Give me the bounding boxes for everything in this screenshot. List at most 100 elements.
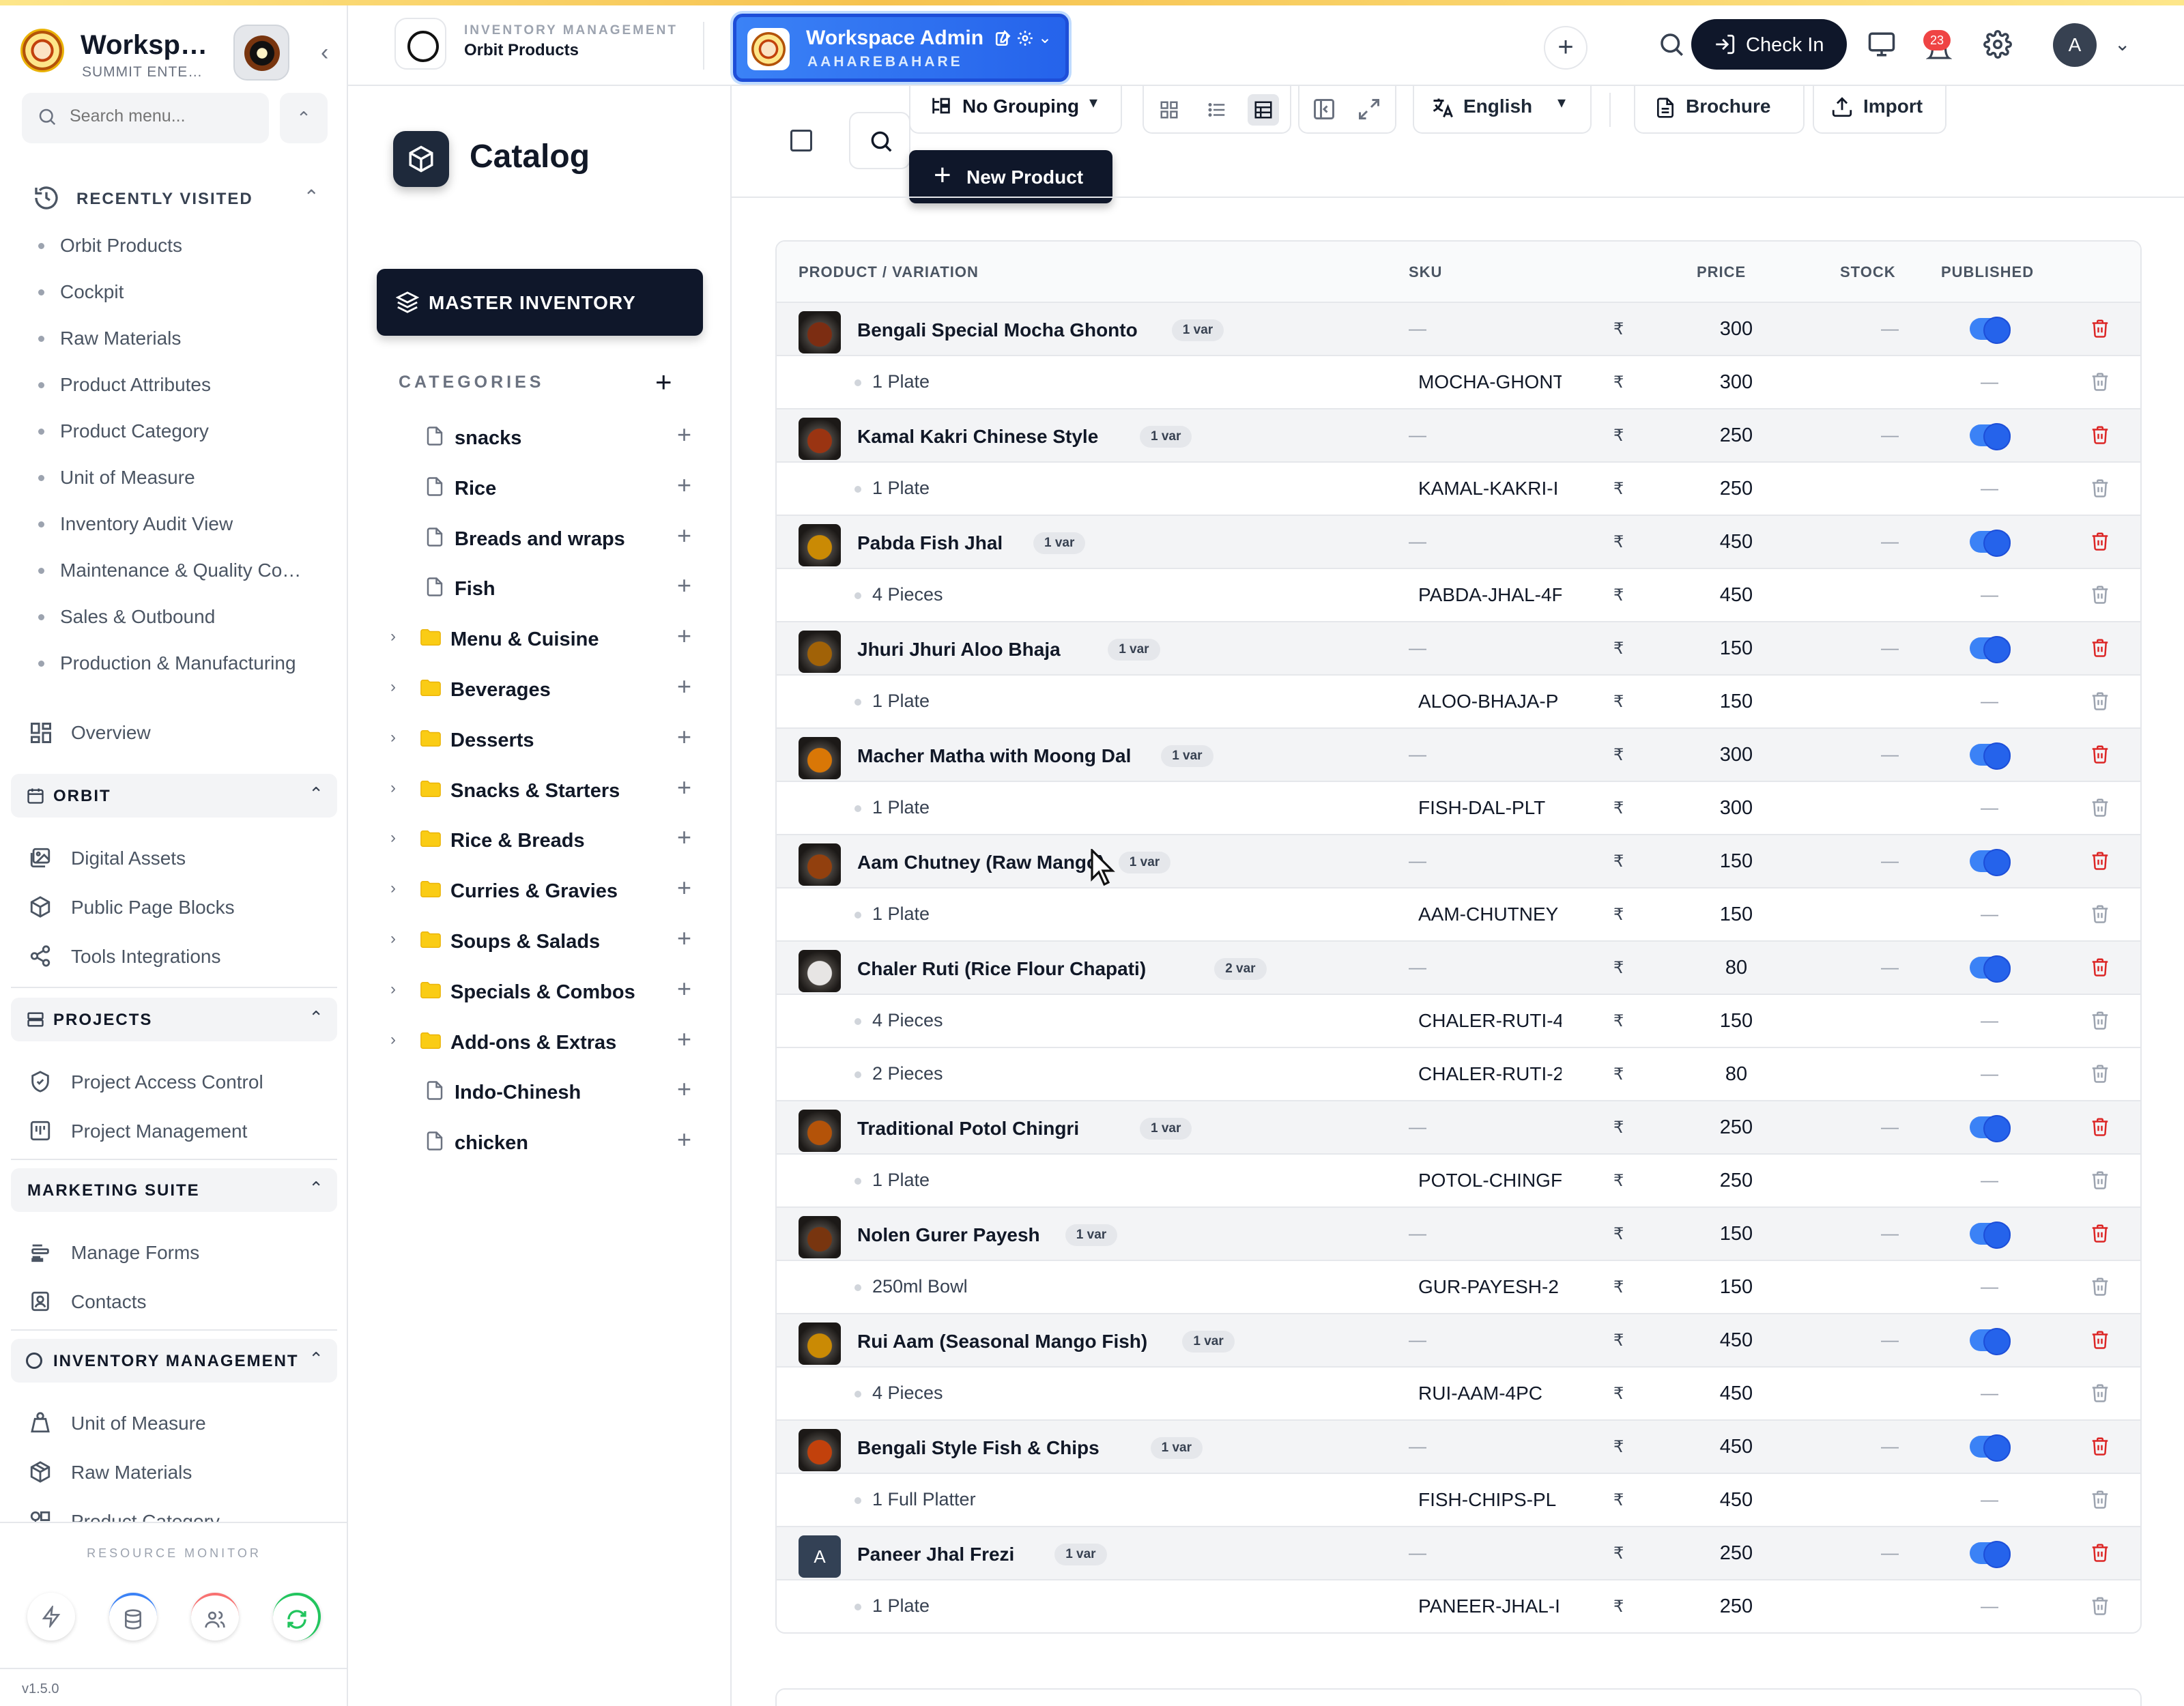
table-view-button[interactable] <box>1248 94 1279 126</box>
category-item[interactable]: Fish + <box>377 568 718 607</box>
category-folder[interactable]: › Snacks & Starters + <box>377 770 718 809</box>
sidebar-item-contacts[interactable]: Contacts <box>29 1282 322 1322</box>
gear-icon[interactable] <box>1983 30 2012 59</box>
sidebar-item-tools-integrations[interactable]: Tools Integrations <box>29 936 322 977</box>
variant-row[interactable]: 4 Pieces RUI-AAM-4PC ₹450 — <box>777 1368 2140 1421</box>
recent-item[interactable]: Unit of Measure <box>35 463 322 509</box>
category-item[interactable]: Breads and wraps + <box>377 519 718 557</box>
delete-icon[interactable] <box>2090 1170 2110 1194</box>
add-subcategory-button[interactable]: + <box>677 924 691 953</box>
column-header-price[interactable]: PRICE <box>1697 263 1746 281</box>
check-in-button[interactable]: Check In <box>1691 19 1847 70</box>
search-icon[interactable] <box>1657 30 1686 59</box>
add-subcategory-button[interactable]: + <box>677 521 691 550</box>
delete-icon[interactable] <box>2090 1489 2110 1513</box>
chevron-right-icon[interactable]: › <box>390 929 396 949</box>
product-row[interactable]: Nolen Gurer Payesh 1 var — ₹150 — <box>777 1208 2140 1261</box>
column-header-published[interactable]: PUBLISHED <box>1941 263 2034 281</box>
add-subcategory-button[interactable]: + <box>677 723 691 751</box>
add-subcategory-button[interactable]: + <box>677 622 691 650</box>
variant-row[interactable]: 4 Pieces CHALER-RUTI-4 ₹150 — <box>777 995 2140 1048</box>
published-toggle[interactable] <box>1970 317 2011 344</box>
chevron-down-icon[interactable]: ⌄ <box>1038 28 1052 48</box>
category-folder[interactable]: › Desserts + <box>377 720 718 758</box>
variant-row[interactable]: 250ml Bowl GUR-PAYESH-2 ₹150 — <box>777 1261 2140 1314</box>
brochure-button[interactable]: Brochure <box>1634 86 1805 134</box>
settings-icon[interactable] <box>1016 29 1034 47</box>
workspace-header[interactable]: Worksp… SUMMIT ENTE… ‹ <box>20 19 334 81</box>
delete-icon[interactable] <box>2090 371 2110 395</box>
delete-icon[interactable] <box>2090 850 2110 874</box>
published-toggle[interactable] <box>1970 849 2011 876</box>
delete-icon[interactable] <box>2090 1063 2110 1087</box>
add-subcategory-button[interactable]: + <box>677 571 691 600</box>
variant-row[interactable]: 1 Plate ALOO-BHAJA-P ₹150 — <box>777 676 2140 729</box>
delete-icon[interactable] <box>2090 1436 2110 1460</box>
sidebar-item-project-management[interactable]: Project Management <box>29 1111 322 1152</box>
delete-icon[interactable] <box>2090 1276 2110 1300</box>
product-row[interactable]: Macher Matha with Moong Dal 1 var — ₹300 — <box>777 729 2140 782</box>
category-item[interactable]: snacks + <box>377 418 718 456</box>
recent-item[interactable]: Orbit Products <box>35 231 322 277</box>
published-toggle[interactable] <box>1970 636 2011 663</box>
delete-icon[interactable] <box>2090 637 2110 661</box>
product-row[interactable]: Pabda Fish Jhal 1 var — ₹450 — <box>777 516 2140 569</box>
product-row[interactable]: Jhuri Jhuri Aloo Bhaja 1 var — ₹150 — <box>777 622 2140 676</box>
recent-item[interactable]: Cockpit <box>35 277 322 323</box>
chevron-up-icon[interactable]: ⌃ <box>304 186 319 208</box>
chevron-right-icon[interactable]: › <box>390 828 396 848</box>
master-inventory-button[interactable]: MASTER INVENTORY <box>377 269 703 336</box>
add-subcategory-button[interactable]: + <box>677 873 691 902</box>
delete-icon[interactable] <box>2090 797 2110 821</box>
category-folder[interactable]: › Add-ons & Extras + <box>377 1022 718 1060</box>
sidebar-item-product-category[interactable]: Product Category <box>29 1501 322 1522</box>
resource-sync[interactable] <box>273 1593 321 1640</box>
add-category-button[interactable]: + <box>655 366 672 399</box>
resource-database[interactable] <box>109 1593 157 1640</box>
variant-row[interactable]: 1 Plate PANEER-JHAL-I ₹250 — <box>777 1580 2140 1632</box>
published-toggle[interactable] <box>1970 423 2011 450</box>
add-subcategory-button[interactable]: + <box>677 1025 691 1054</box>
section-marketing-suite[interactable]: MARKETING SUITE ⌃ <box>11 1168 337 1212</box>
sidebar-item-unit-of-measure[interactable]: Unit of Measure <box>29 1403 322 1444</box>
category-item[interactable]: chicken + <box>377 1123 718 1161</box>
variant-row[interactable]: 2 Pieces CHALER-RUTI-2 ₹80 — <box>777 1048 2140 1101</box>
monitor-icon[interactable] <box>1867 30 1896 59</box>
chevron-right-icon[interactable]: › <box>390 779 396 798</box>
variant-row[interactable]: 1 Plate FISH-DAL-PLT ₹300 — <box>777 782 2140 835</box>
select-all-checkbox[interactable] <box>790 130 812 151</box>
add-subcategory-button[interactable]: + <box>677 1075 691 1103</box>
variant-row[interactable]: 1 Full Platter FISH-CHIPS-PL ₹450 — <box>777 1474 2140 1527</box>
recently-visited-header[interactable]: RECENTLY VISITED ⌃ <box>33 184 319 214</box>
delete-icon[interactable] <box>2090 1116 2110 1140</box>
sidebar-item-raw-materials[interactable]: Raw Materials <box>29 1452 322 1493</box>
delete-icon[interactable] <box>2090 318 2110 342</box>
add-button[interactable]: + <box>1544 26 1587 70</box>
edit-icon[interactable] <box>994 29 1012 47</box>
add-subcategory-button[interactable]: + <box>677 672 691 701</box>
new-product-button[interactable]: + New Product <box>909 150 1112 203</box>
sidebar-toggle-icon[interactable] <box>1312 97 1336 121</box>
category-item[interactable]: Rice + <box>377 468 718 506</box>
product-row[interactable]: A Paneer Jhal Frezi 1 var — ₹250 — <box>777 1527 2140 1580</box>
published-toggle[interactable] <box>1970 955 2011 983</box>
chevron-down-icon[interactable]: ⌄ <box>2114 33 2130 55</box>
category-folder[interactable]: › Beverages + <box>377 669 718 708</box>
search-menu-input[interactable] <box>70 106 261 126</box>
add-subcategory-button[interactable]: + <box>677 471 691 500</box>
grouping-select[interactable]: No Grouping ▾ <box>909 86 1122 134</box>
add-subcategory-button[interactable]: + <box>677 420 691 449</box>
published-toggle[interactable] <box>1970 1221 2011 1249</box>
resource-users[interactable] <box>191 1593 239 1640</box>
chevron-right-icon[interactable]: › <box>390 627 396 646</box>
delete-icon[interactable] <box>2090 1223 2110 1247</box>
delete-icon[interactable] <box>2090 584 2110 608</box>
product-row[interactable]: Kamal Kakri Chinese Style 1 var — ₹250 — <box>777 409 2140 463</box>
language-select[interactable]: English ▾ <box>1413 86 1592 134</box>
recent-item[interactable]: Product Category <box>35 416 322 463</box>
published-toggle[interactable] <box>1970 1115 2011 1142</box>
resource-cpu[interactable] <box>27 1593 75 1640</box>
chevron-up-icon[interactable]: ⌃ <box>308 1178 324 1199</box>
product-row[interactable]: Bengali Special Mocha Ghonto 1 var — ₹300 — <box>777 303 2140 356</box>
add-subcategory-button[interactable]: + <box>677 974 691 1003</box>
